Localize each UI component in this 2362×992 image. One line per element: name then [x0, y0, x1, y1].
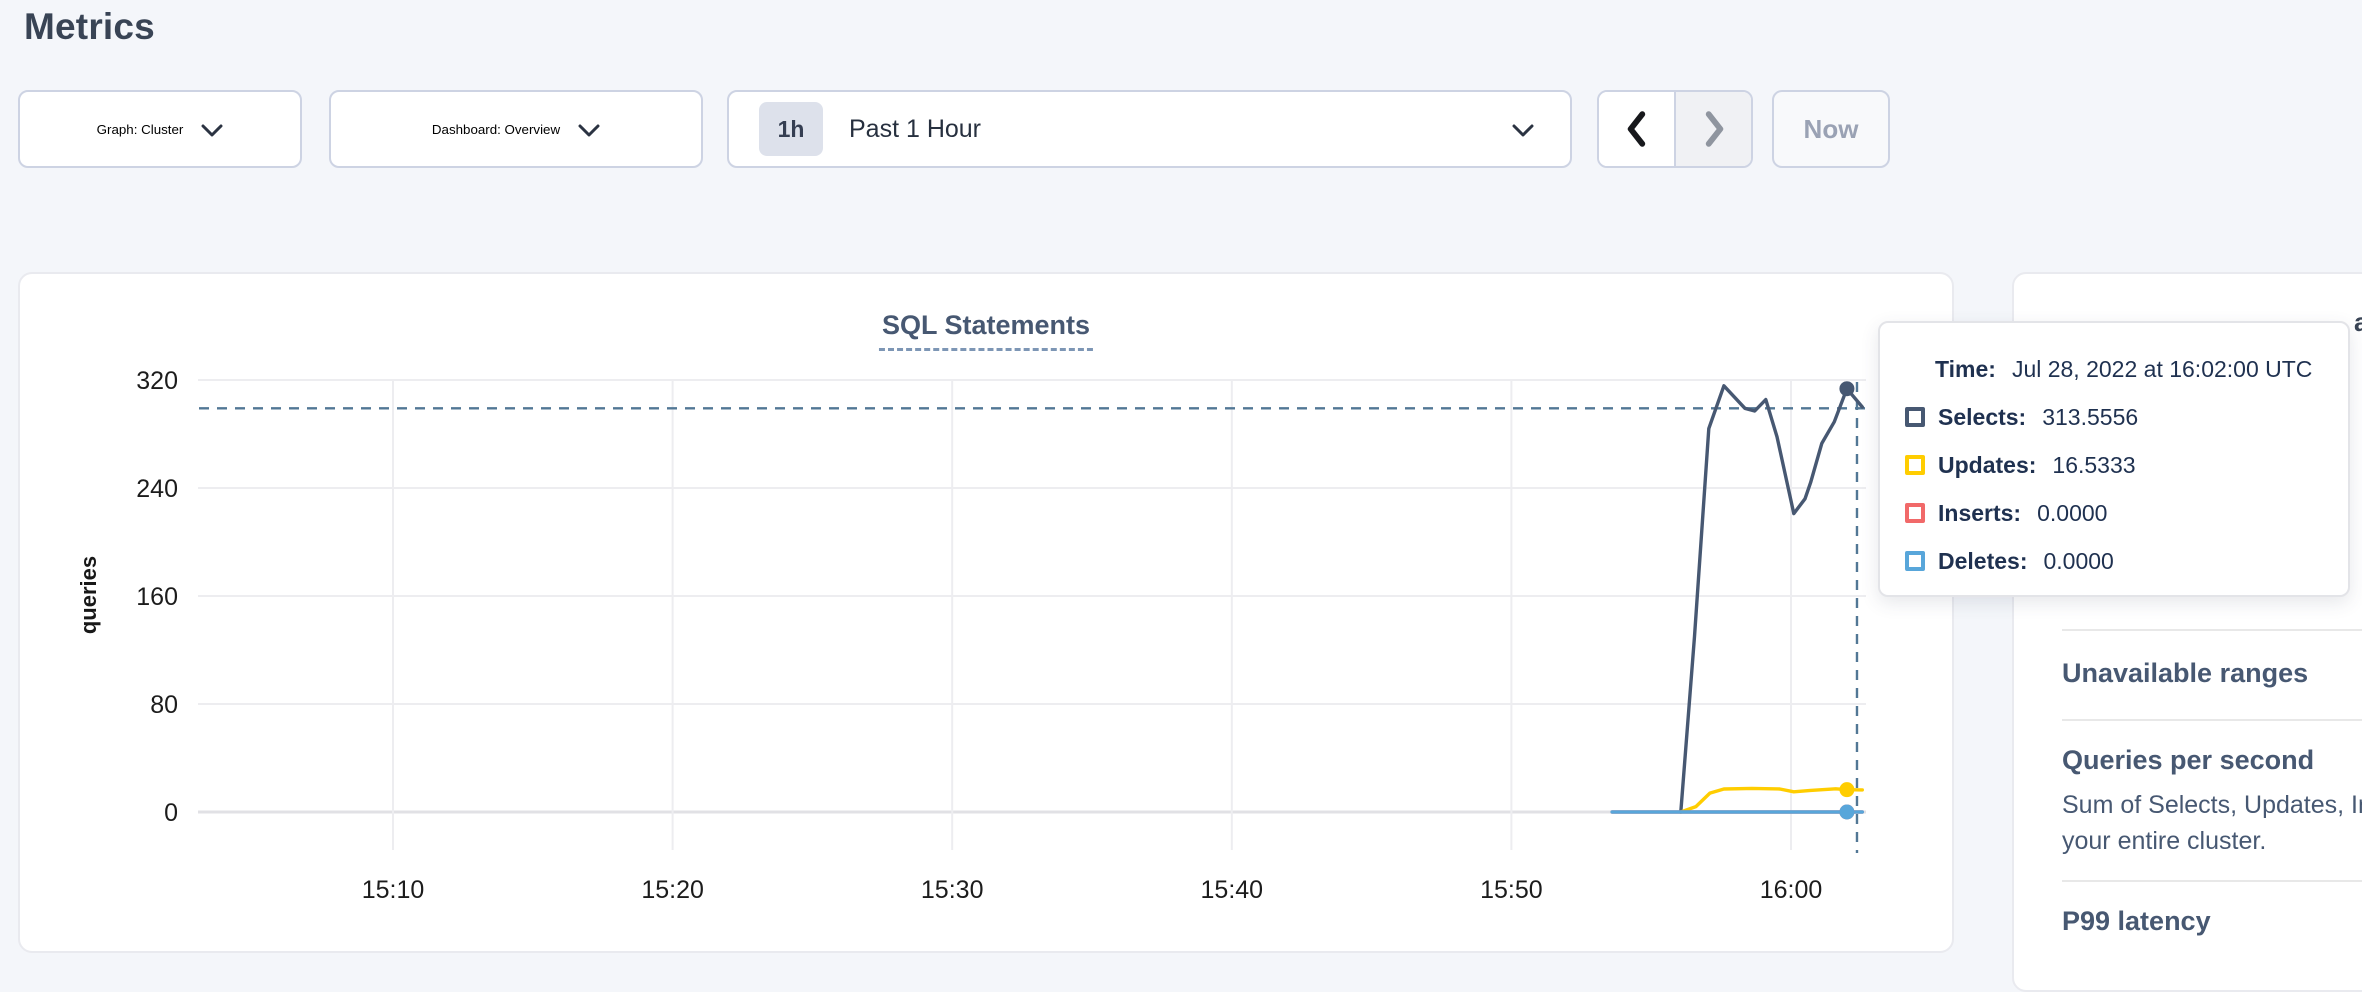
sidebar-stat-p99-latency: P99 latency [2062, 906, 2211, 937]
hover-dot-selects [1839, 381, 1854, 396]
sidebar-stat-queries-per-second: Queries per second [2062, 745, 2314, 776]
tooltip-series-value: 0.0000 [2037, 500, 2107, 527]
y-tick-label: 240 [136, 475, 178, 503]
divider [2062, 719, 2362, 721]
x-tick-label: 15:40 [1201, 876, 1264, 904]
x-tick-label: 15:50 [1480, 876, 1543, 904]
tooltip-time-row: Time: Jul 28, 2022 at 16:02:00 UTC [1880, 345, 2348, 393]
tooltip-series-row: Inserts: 0.0000 [1880, 489, 2348, 537]
chevron-down-icon [201, 124, 223, 138]
y-tick-label: 80 [150, 691, 178, 719]
x-tick-label: 15:20 [641, 876, 704, 904]
tooltip-series-row: Selects: 313.5556 [1880, 393, 2348, 441]
sql-statements-card: SQL Statements queries 08016024032015:10… [18, 272, 1954, 953]
chevron-right-icon [1703, 111, 1725, 147]
x-tick-label: 15:10 [362, 876, 425, 904]
graph-selector[interactable]: Graph: Cluster [18, 90, 302, 168]
dashboard-selector[interactable]: Dashboard: Overview [329, 90, 703, 168]
tooltip-time-value: Jul 28, 2022 at 16:02:00 UTC [2012, 356, 2312, 383]
time-range-label: Past 1 Hour [849, 115, 981, 144]
tooltip-series-swatch [1905, 551, 1925, 571]
hover-dot-deletes [1839, 805, 1854, 820]
chevron-left-icon [1626, 111, 1648, 147]
time-nav-group [1597, 90, 1753, 168]
series-line-selects [1681, 386, 1863, 812]
clipped-heading-fragment: a [2354, 307, 2362, 338]
tooltip-series-value: 0.0000 [2043, 548, 2113, 575]
prev-time-button[interactable] [1599, 92, 1674, 166]
graph-selector-label: Graph: Cluster [97, 122, 184, 137]
tooltip-series-swatch [1905, 455, 1925, 475]
divider [2062, 629, 2362, 631]
x-tick-label: 15:30 [921, 876, 984, 904]
sidebar-stat-description-line: Sum of Selects, Updates, Inser [2062, 791, 2362, 820]
time-range-selector[interactable]: 1h Past 1 Hour [727, 90, 1572, 168]
series-line-updates [1681, 788, 1863, 812]
sql-statements-chart[interactable]: 0 80 160 240 320 15:10 15:20 15:30 15:40 15:50 16:… [20, 274, 1952, 951]
tooltip-series-name: Updates: [1938, 452, 2036, 479]
page-title: Metrics [24, 6, 155, 48]
tooltip-series-value: 16.5333 [2052, 452, 2135, 479]
chart-tooltip: Time: Jul 28, 2022 at 16:02:00 UTC Selec… [1878, 321, 2350, 597]
tooltip-series-row: Updates: 16.5333 [1880, 441, 2348, 489]
chevron-down-icon [1512, 124, 1534, 138]
sidebar-stat-description-line: your entire cluster. [2062, 827, 2266, 856]
tooltip-series-swatch [1905, 407, 1925, 427]
tooltip-time-label: Time: [1935, 356, 1996, 383]
tooltip-series-swatch [1905, 503, 1925, 523]
y-tick-label: 0 [164, 799, 178, 827]
tooltip-series-name: Inserts: [1938, 500, 2021, 527]
x-tick-label: 16:00 [1760, 876, 1823, 904]
y-tick-label: 160 [136, 583, 178, 611]
next-time-button[interactable] [1674, 92, 1751, 166]
chevron-down-icon [578, 124, 600, 138]
tooltip-series-value: 313.5556 [2042, 404, 2138, 431]
sidebar-stat-unavailable-ranges: Unavailable ranges [2062, 658, 2308, 689]
tooltip-series-row: Deletes: 0.0000 [1880, 537, 2348, 585]
tooltip-series-name: Selects: [1938, 404, 2026, 431]
y-tick-label: 320 [136, 367, 178, 395]
hover-dot-updates [1839, 782, 1854, 797]
dashboard-selector-label: Dashboard: Overview [432, 122, 560, 137]
now-button[interactable]: Now [1772, 90, 1890, 168]
divider [2062, 880, 2362, 882]
time-range-badge: 1h [759, 102, 823, 156]
tooltip-series-name: Deletes: [1938, 548, 2027, 575]
